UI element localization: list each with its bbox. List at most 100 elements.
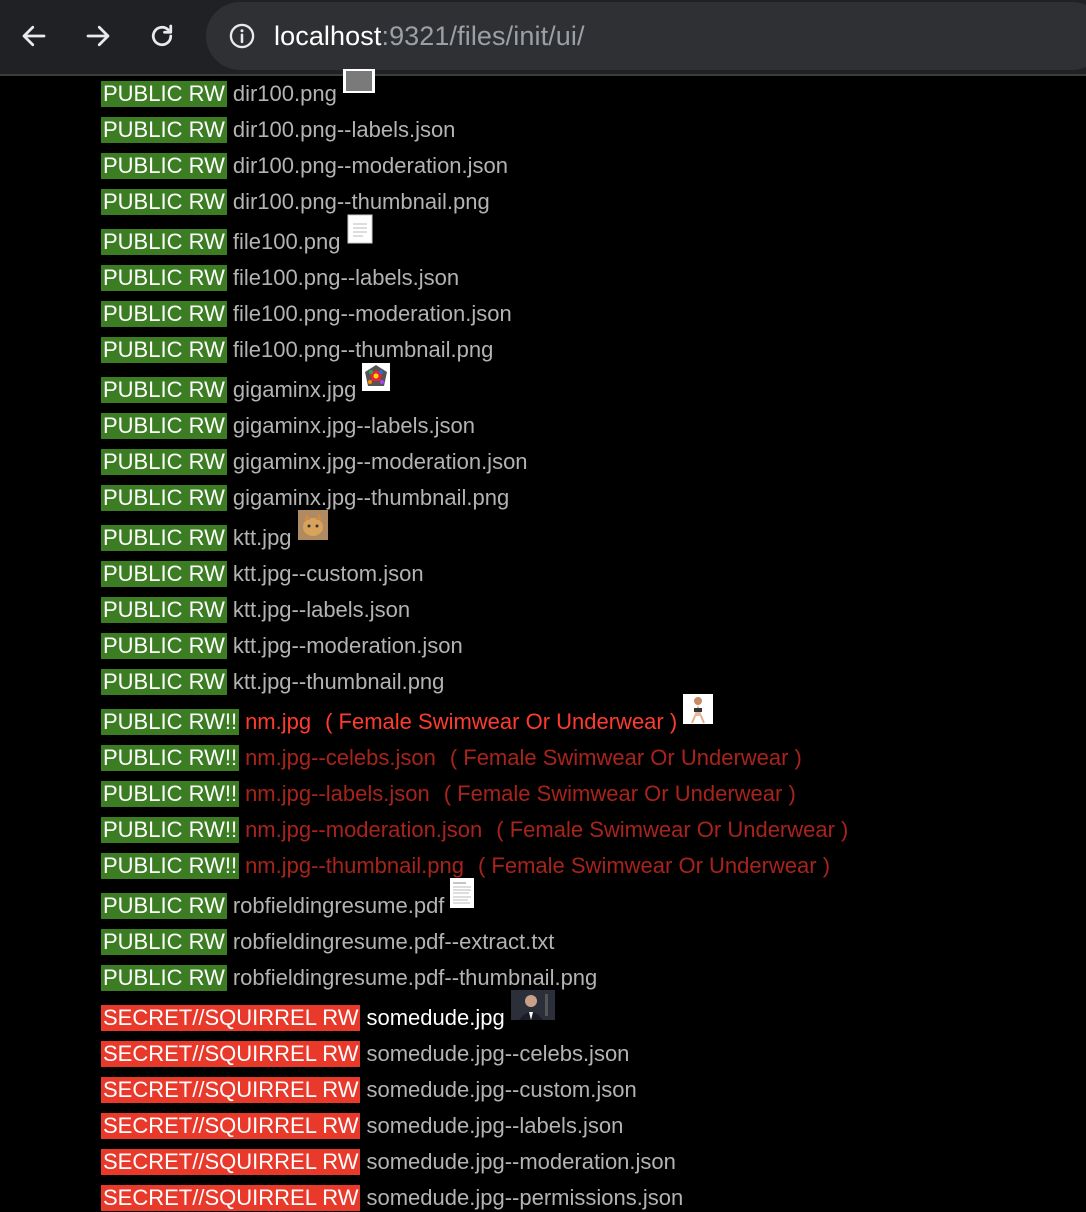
file-link-gigaminx-jpg-thumbnail-png[interactable]: gigaminx.jpg--thumbnail.png [233,485,509,511]
file-link-somedude-jpg-celebs-json[interactable]: somedude.jpg--celebs.json [366,1041,629,1067]
public-badge: PUBLIC RW!! [101,817,240,843]
file-link-ktt-jpg-moderation-json[interactable]: ktt.jpg--moderation.json [233,633,463,659]
public-badge: PUBLIC RW [101,229,227,255]
file-row: SECRET//SQUIRREL RW somedude.jpg--moderat… [101,1148,676,1176]
file-link-robfieldingresume-pdf[interactable]: robfieldingresume.pdf [233,893,445,919]
public-badge: PUBLIC RW [101,929,227,955]
back-button[interactable] [14,16,54,56]
secret-badge: SECRET//SQUIRREL RW [101,1041,361,1067]
url-text: localhost:9321/files/init/ui/ [274,21,585,52]
thumbnail-image[interactable] [683,694,714,730]
file-row: PUBLIC RW file100.png [101,214,373,256]
file-link-dir100-png-thumbnail-png[interactable]: dir100.png--thumbnail.png [233,189,490,215]
public-badge: PUBLIC RW [101,525,227,551]
file-link-nm-jpg-moderation-json[interactable]: nm.jpg--moderation.json [245,817,482,843]
file-row: SECRET//SQUIRREL RW somedude.jpg--celebs.… [101,1040,629,1068]
browser-toolbar: localhost:9321/files/init/ui/ [0,0,1086,76]
file-link-ktt-jpg-labels-json[interactable]: ktt.jpg--labels.json [233,597,410,623]
file-row: SECRET//SQUIRREL RW somedude.jpg [101,990,555,1032]
public-badge: PUBLIC RW [101,669,227,695]
public-badge: PUBLIC RW [101,377,227,403]
file-link-ktt-jpg[interactable]: ktt.jpg [233,525,292,551]
moderation-label: ( Female Swimwear Or Underwear ) [449,745,802,770]
url-path: :9321/files/init/ui/ [381,20,585,51]
file-link-somedude-jpg-labels-json[interactable]: somedude.jpg--labels.json [366,1113,623,1139]
moderation-label: ( Female Swimwear Or Underwear ) [496,817,849,842]
thumbnail-image[interactable] [362,363,391,397]
file-link-dir100-png[interactable]: dir100.png [233,81,337,107]
file-link-somedude-jpg-custom-json[interactable]: somedude.jpg--custom.json [366,1077,636,1103]
public-badge: PUBLIC RW!! [101,853,240,879]
file-row: SECRET//SQUIRREL RW somedude.jpg--permiss… [101,1184,683,1212]
public-badge: PUBLIC RW!! [101,709,240,735]
thumbnail-image[interactable] [510,990,555,1026]
file-link-robfieldingresume-pdf-extract-txt[interactable]: robfieldingresume.pdf--extract.txt [233,929,555,955]
file-row: PUBLIC RW!! nm.jpg--thumbnail.png ( Female… [101,852,830,880]
file-link-somedude-jpg[interactable]: somedude.jpg [366,1005,504,1031]
file-row: SECRET//SQUIRREL RW somedude.jpg--custom.… [101,1076,637,1104]
moderation-label: ( Female Swimwear Or Underwear ) [325,709,678,734]
public-badge: PUBLIC RW [101,117,227,143]
public-badge: PUBLIC RW [101,301,227,327]
public-badge: PUBLIC RW [101,265,227,291]
file-row: PUBLIC RW!! nm.jpg--moderation.json ( Fema… [101,816,848,844]
public-badge: PUBLIC RW!! [101,781,240,807]
file-link-nm-jpg-celebs-json[interactable]: nm.jpg--celebs.json [245,745,436,771]
forward-button[interactable] [78,16,118,56]
file-link-somedude-jpg-permissions-json[interactable]: somedude.jpg--permissions.json [366,1185,683,1211]
file-link-gigaminx-jpg[interactable]: gigaminx.jpg [233,377,357,403]
file-link-nm-jpg-thumbnail-png[interactable]: nm.jpg--thumbnail.png [245,853,464,879]
file-link-robfieldingresume-pdf-thumbnail-png[interactable]: robfieldingresume.pdf--thumbnail.png [233,965,597,991]
public-badge: PUBLIC RW [101,337,227,363]
file-row: SECRET//SQUIRREL RW somedude.jpg--labels.… [101,1112,623,1140]
thumbnail-image[interactable] [297,510,328,546]
file-link-file100-png[interactable]: file100.png [233,229,341,255]
file-link-gigaminx-jpg-moderation-json[interactable]: gigaminx.jpg--moderation.json [233,449,528,475]
public-badge: PUBLIC RW [101,965,227,991]
public-badge: PUBLIC RW [101,189,227,215]
public-badge: PUBLIC RW [101,81,227,107]
file-row: PUBLIC RW ktt.jpg--labels.json [101,596,410,624]
file-link-ktt-jpg-custom-json[interactable]: ktt.jpg--custom.json [233,561,424,587]
file-row: PUBLIC RW dir100.png--thumbnail.png [101,188,490,216]
file-row: PUBLIC RW ktt.jpg--thumbnail.png [101,668,444,696]
file-row: PUBLIC RW gigaminx.jpg--moderation.json [101,448,528,476]
file-link-nm-jpg-labels-json[interactable]: nm.jpg--labels.json [245,781,430,807]
public-badge: PUBLIC RW [101,893,227,919]
file-link-nm-jpg[interactable]: nm.jpg [245,709,311,735]
secret-badge: SECRET//SQUIRREL RW [101,1113,361,1139]
file-link-dir100-png-moderation-json[interactable]: dir100.png--moderation.json [233,153,508,179]
public-badge: PUBLIC RW [101,153,227,179]
thumbnail-image[interactable] [342,69,375,99]
thumbnail-image[interactable] [347,214,373,250]
public-badge: PUBLIC RW [101,485,227,511]
url-host: localhost [274,20,382,51]
address-bar[interactable]: localhost:9321/files/init/ui/ [206,2,1086,70]
file-link-file100-png-moderation-json[interactable]: file100.png--moderation.json [233,301,512,327]
secret-badge: SECRET//SQUIRREL RW [101,1149,361,1175]
secret-badge: SECRET//SQUIRREL RW [101,1185,361,1211]
file-row: PUBLIC RW robfieldingresume.pdf [101,878,475,920]
public-badge: PUBLIC RW [101,413,227,439]
file-row: PUBLIC RW!! nm.jpg--labels.json ( Female S… [101,780,796,808]
file-row: PUBLIC RW file100.png--labels.json [101,264,459,292]
file-row: PUBLIC RW!! nm.jpg ( Female Swimwear Or Un… [101,694,714,736]
secret-badge: SECRET//SQUIRREL RW [101,1077,361,1103]
public-badge: PUBLIC RW [101,597,227,623]
public-badge: PUBLIC RW [101,449,227,475]
file-row: PUBLIC RW dir100.png--moderation.json [101,152,508,180]
reload-button[interactable] [142,16,182,56]
file-row: PUBLIC RW gigaminx.jpg--thumbnail.png [101,484,509,512]
file-link-file100-png-thumbnail-png[interactable]: file100.png--thumbnail.png [233,337,494,363]
file-row: PUBLIC RW file100.png--moderation.json [101,300,512,328]
file-link-ktt-jpg-thumbnail-png[interactable]: ktt.jpg--thumbnail.png [233,669,445,695]
file-link-file100-png-labels-json[interactable]: file100.png--labels.json [233,265,459,291]
file-row: PUBLIC RW gigaminx.jpg--labels.json [101,412,475,440]
public-badge: PUBLIC RW [101,633,227,659]
file-link-gigaminx-jpg-labels-json[interactable]: gigaminx.jpg--labels.json [233,413,475,439]
file-row: PUBLIC RW ktt.jpg--custom.json [101,560,424,588]
info-icon[interactable] [228,22,256,50]
thumbnail-image[interactable] [450,878,475,914]
file-link-dir100-png-labels-json[interactable]: dir100.png--labels.json [233,117,456,143]
file-link-somedude-jpg-moderation-json[interactable]: somedude.jpg--moderation.json [366,1149,675,1175]
